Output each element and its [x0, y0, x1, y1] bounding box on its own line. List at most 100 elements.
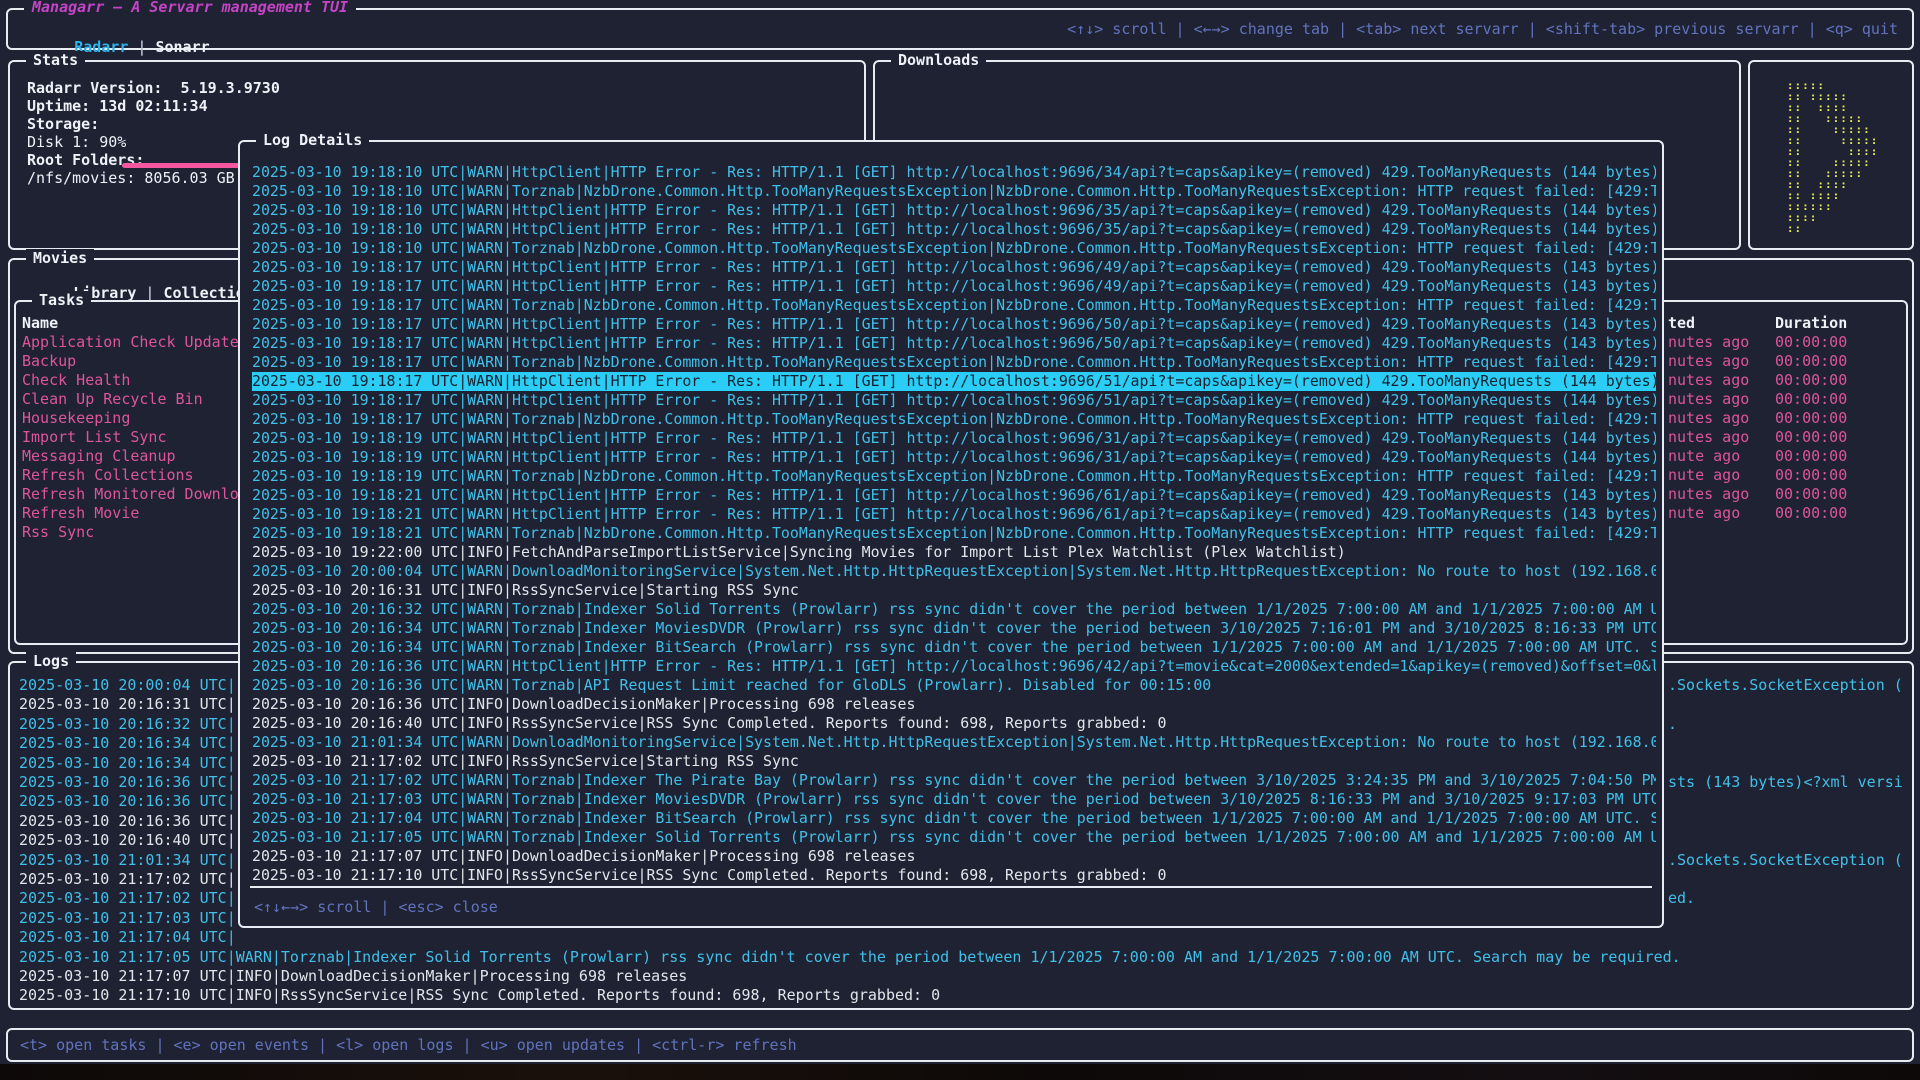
- stats-row: Radarr Version: 5.19.3.9730: [27, 79, 280, 98]
- log-details-title: Log Details: [256, 131, 369, 149]
- bottom-bar: <t> open tasks | <e> open events | <l> o…: [6, 1028, 1914, 1062]
- log-detail-line[interactable]: 2025-03-10 19:18:17 UTC|WARN|Torznab|Nzb…: [252, 353, 1656, 372]
- task-last-executed: nutes ago: [1668, 409, 1749, 428]
- log-detail-line[interactable]: 2025-03-10 20:16:34 UTC|WARN|Torznab|Ind…: [252, 619, 1656, 638]
- stats-row: /nfs/movies: 8056.03 GB f: [27, 169, 253, 188]
- task-duration: 00:00:00: [1775, 428, 1847, 447]
- log-line[interactable]: 2025-03-10 21:17:05 UTC|WARN|Torznab|Ind…: [19, 948, 1908, 967]
- log-detail-line[interactable]: 2025-03-10 19:18:21 UTC|WARN|HttpClient|…: [252, 505, 1656, 524]
- log-detail-line[interactable]: 2025-03-10 19:18:17 UTC|WARN|HttpClient|…: [252, 277, 1656, 296]
- log-detail-line[interactable]: 2025-03-10 19:18:17 UTC|WARN|HttpClient|…: [252, 258, 1656, 277]
- task-name: Messaging Cleanup: [22, 447, 252, 466]
- logo-panel: ::::: :: ::::: :: :::: :: ::::: :: :::::…: [1748, 60, 1914, 250]
- task-duration: 00:00:00: [1775, 371, 1847, 390]
- log-line[interactable]: 2025-03-10 21:17:07 UTC|INFO|DownloadDec…: [19, 967, 1908, 986]
- log-line-fragment: .: [1668, 715, 1677, 734]
- log-detail-line[interactable]: 2025-03-10 19:18:17 UTC|WARN|Torznab|Nzb…: [252, 410, 1656, 429]
- log-detail-line[interactable]: 2025-03-10 19:18:17 UTC|WARN|HttpClient|…: [252, 372, 1656, 391]
- tab-sonarr[interactable]: Sonarr: [155, 38, 209, 56]
- log-line-fragment: sts (143 bytes)<?xml versi: [1668, 773, 1903, 792]
- app-title: Managarr – A Servarr management TUI: [24, 0, 356, 16]
- log-detail-line[interactable]: 2025-03-10 19:18:17 UTC|WARN|HttpClient|…: [252, 334, 1656, 353]
- log-line-fragment: ed.: [1668, 889, 1695, 908]
- log-detail-line[interactable]: 2025-03-10 21:17:02 UTC|WARN|Torznab|Ind…: [252, 771, 1656, 790]
- task-last-executed: nute ago: [1668, 466, 1740, 485]
- header-panel: Managarr – A Servarr management TUI Rada…: [6, 8, 1914, 50]
- stats-title: Stats: [26, 51, 85, 69]
- task-last-executed: nutes ago: [1668, 428, 1749, 447]
- task-name: Rss Sync: [22, 523, 252, 542]
- log-line-fragment: .Sockets.SocketException (: [1668, 676, 1903, 695]
- desktop-background: [0, 1064, 1920, 1080]
- log-detail-line[interactable]: 2025-03-10 19:22:00 UTC|INFO|FetchAndPar…: [252, 543, 1656, 562]
- task-duration: 00:00:00: [1775, 352, 1847, 371]
- log-detail-line[interactable]: 2025-03-10 20:16:36 UTC|INFO|DownloadDec…: [252, 695, 1656, 714]
- tasks-header-duration: Duration: [1775, 314, 1847, 332]
- task-name: Application Check Update: [22, 333, 252, 352]
- task-name: Refresh Collections: [22, 466, 252, 485]
- log-detail-line[interactable]: 2025-03-10 19:18:17 UTC|WARN|Torznab|Nzb…: [252, 296, 1656, 315]
- log-detail-line[interactable]: 2025-03-10 20:00:04 UTC|WARN|DownloadMon…: [252, 562, 1656, 581]
- log-detail-line[interactable]: 2025-03-10 19:18:19 UTC|WARN|HttpClient|…: [252, 448, 1656, 467]
- stats-row: Disk 1: 90%: [27, 133, 126, 152]
- log-detail-line[interactable]: 2025-03-10 21:17:10 UTC|INFO|RssSyncServ…: [252, 866, 1656, 885]
- log-detail-line[interactable]: 2025-03-10 19:18:19 UTC|WARN|HttpClient|…: [252, 429, 1656, 448]
- log-line-fragment: .Sockets.SocketException (: [1668, 851, 1903, 870]
- log-detail-line[interactable]: 2025-03-10 20:16:36 UTC|WARN|Torznab|API…: [252, 676, 1656, 695]
- log-detail-line[interactable]: 2025-03-10 19:18:21 UTC|WARN|HttpClient|…: [252, 486, 1656, 505]
- bottom-bar-keybinds: <t> open tasks | <e> open events | <l> o…: [20, 1036, 797, 1054]
- log-detail-line[interactable]: 2025-03-10 19:18:21 UTC|WARN|Torznab|Nzb…: [252, 524, 1656, 543]
- task-name: Refresh Movie: [22, 504, 252, 523]
- log-detail-line[interactable]: 2025-03-10 20:16:32 UTC|WARN|Torznab|Ind…: [252, 600, 1656, 619]
- log-line[interactable]: 2025-03-10 21:17:10 UTC|INFO|RssSyncServ…: [19, 986, 1908, 1005]
- log-detail-line[interactable]: 2025-03-10 20:16:40 UTC|INFO|RssSyncServ…: [252, 714, 1656, 733]
- tasks-header-name: Name: [22, 314, 58, 332]
- task-duration: 00:00:00: [1775, 409, 1847, 428]
- movies-title: Movies: [26, 249, 94, 267]
- log-detail-line[interactable]: 2025-03-10 21:17:07 UTC|INFO|DownloadDec…: [252, 847, 1656, 866]
- disk-usage-gauge: [122, 163, 246, 168]
- task-duration: 00:00:00: [1775, 504, 1847, 523]
- log-detail-line[interactable]: 2025-03-10 21:01:34 UTC|WARN|DownloadMon…: [252, 733, 1656, 752]
- task-last-executed: nutes ago: [1668, 371, 1749, 390]
- downloads-title: Downloads: [891, 51, 986, 69]
- stats-row: Storage:: [27, 115, 99, 134]
- task-last-executed: nutes ago: [1668, 390, 1749, 409]
- log-detail-line[interactable]: 2025-03-10 19:18:10 UTC|WARN|Torznab|Nzb…: [252, 239, 1656, 258]
- task-name: Backup: [22, 352, 252, 371]
- log-detail-line[interactable]: 2025-03-10 20:16:31 UTC|INFO|RssSyncServ…: [252, 581, 1656, 600]
- log-line[interactable]: 2025-03-10 21:17:04 UTC|: [19, 928, 1908, 947]
- task-duration: 00:00:00: [1775, 333, 1847, 352]
- task-name: Import List Sync: [22, 428, 252, 447]
- log-details-modal: Log Details 2025-03-10 19:18:10 UTC|WARN…: [238, 140, 1664, 928]
- log-detail-line[interactable]: 2025-03-10 21:17:04 UTC|WARN|Torznab|Ind…: [252, 809, 1656, 828]
- log-detail-line[interactable]: 2025-03-10 19:18:17 UTC|WARN|HttpClient|…: [252, 315, 1656, 334]
- log-details-footer: <↑↓←→> scroll | <esc> close: [254, 898, 498, 916]
- managarr-logo: ::::: :: ::::: :: :::: :: ::::: :: :::::…: [1764, 80, 1878, 234]
- task-last-executed: nutes ago: [1668, 485, 1749, 504]
- header-keybinds: <↑↓> scroll | <←→> change tab | <tab> ne…: [1067, 20, 1898, 38]
- log-detail-line[interactable]: 2025-03-10 20:16:36 UTC|WARN|HttpClient|…: [252, 657, 1656, 676]
- log-detail-line[interactable]: 2025-03-10 21:17:03 UTC|WARN|Torznab|Ind…: [252, 790, 1656, 809]
- log-detail-line[interactable]: 2025-03-10 20:16:34 UTC|WARN|Torznab|Ind…: [252, 638, 1656, 657]
- tasks-header-executed: ted: [1668, 314, 1695, 332]
- log-detail-line[interactable]: 2025-03-10 19:18:17 UTC|WARN|HttpClient|…: [252, 391, 1656, 410]
- log-details-separator: [250, 886, 1652, 888]
- managarr-tui: Managarr – A Servarr management TUI Rada…: [0, 0, 1920, 1080]
- task-name: Refresh Monitored Downlo: [22, 485, 252, 504]
- task-duration: 00:00:00: [1775, 447, 1847, 466]
- log-detail-line[interactable]: 2025-03-10 21:17:02 UTC|INFO|RssSyncServ…: [252, 752, 1656, 771]
- log-detail-line[interactable]: 2025-03-10 19:18:10 UTC|WARN|HttpClient|…: [252, 220, 1656, 239]
- task-last-executed: nutes ago: [1668, 333, 1749, 352]
- log-detail-line[interactable]: 2025-03-10 19:18:10 UTC|WARN|HttpClient|…: [252, 201, 1656, 220]
- task-name: Check Health: [22, 371, 252, 390]
- task-name: Housekeeping: [22, 409, 252, 428]
- log-detail-line[interactable]: 2025-03-10 19:18:19 UTC|WARN|Torznab|Nzb…: [252, 467, 1656, 486]
- log-detail-line[interactable]: 2025-03-10 21:17:05 UTC|WARN|Torznab|Ind…: [252, 828, 1656, 847]
- tab-separator: |: [128, 38, 155, 56]
- task-name: Clean Up Recycle Bin: [22, 390, 252, 409]
- log-detail-line[interactable]: 2025-03-10 19:18:10 UTC|WARN|Torznab|Nzb…: [252, 182, 1656, 201]
- logs-title: Logs: [26, 652, 76, 670]
- log-detail-line[interactable]: 2025-03-10 19:18:10 UTC|WARN|HttpClient|…: [252, 163, 1656, 182]
- task-last-executed: nute ago: [1668, 447, 1740, 466]
